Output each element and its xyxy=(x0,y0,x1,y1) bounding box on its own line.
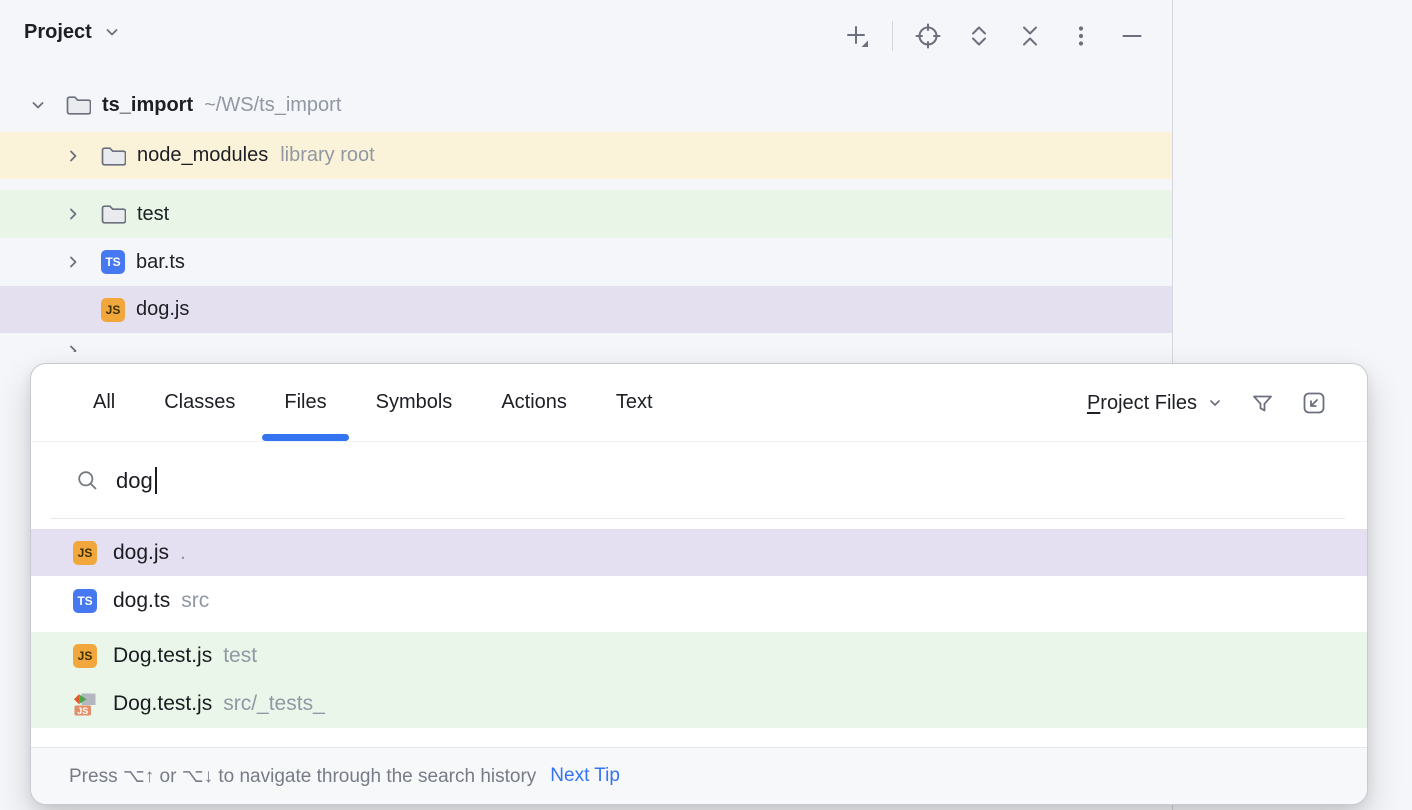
tab-text[interactable]: Text xyxy=(596,364,673,441)
project-title: Project xyxy=(24,21,92,44)
folder-icon xyxy=(65,93,91,117)
result-row-dog-ts[interactable]: TS dog.ts src xyxy=(31,577,1367,625)
result-name: Dog.test.js xyxy=(113,692,212,716)
tab-symbols[interactable]: Symbols xyxy=(356,364,473,441)
search-history-hint: Press ⌥↑ or ⌥↓ to navigate through the s… xyxy=(69,765,536,788)
tree-row-node-modules[interactable]: node_modules library root xyxy=(0,132,1172,179)
tab-files[interactable]: Files xyxy=(264,364,346,441)
javascript-file-icon: JS xyxy=(73,541,97,565)
result-location: . xyxy=(180,541,186,565)
tree-item-tag: library root xyxy=(280,144,374,167)
javascript-file-icon: JS xyxy=(73,644,97,668)
search-everywhere-popup: All Classes Files Symbols Actions Text P… xyxy=(30,363,1368,805)
open-in-window-icon xyxy=(1301,390,1327,416)
kebab-menu-icon xyxy=(1067,22,1095,50)
tree-row-dog-js[interactable]: JS dog.js xyxy=(0,286,1172,333)
locate-opened-file-button[interactable] xyxy=(914,22,942,50)
chevron-right-icon-partial xyxy=(61,343,85,352)
open-in-find-window-button[interactable] xyxy=(1301,390,1327,416)
typescript-file-icon: TS xyxy=(73,589,97,613)
tab-classes[interactable]: Classes xyxy=(144,364,255,441)
more-options-button[interactable] xyxy=(1067,22,1095,50)
result-name: dog.ts xyxy=(113,589,170,613)
toolbar-separator xyxy=(892,21,893,51)
tree-item-path: ~/WS/ts_import xyxy=(204,94,341,117)
tree-row-bar-ts[interactable]: TS bar.ts xyxy=(0,238,1172,286)
tree-item-label: test xyxy=(137,203,169,226)
filter-button[interactable] xyxy=(1249,390,1275,416)
result-row-dog-js[interactable]: JS dog.js . xyxy=(31,529,1367,576)
tree-item-label: node_modules xyxy=(137,144,268,167)
chevron-right-icon[interactable] xyxy=(61,144,85,168)
expand-all-icon xyxy=(965,22,993,50)
chevron-down-icon xyxy=(1207,395,1223,411)
add-button[interactable] xyxy=(843,22,871,50)
tree-row-test[interactable]: test xyxy=(0,190,1172,238)
javascript-file-icon: JS xyxy=(101,298,125,322)
minimize-icon xyxy=(1118,22,1146,50)
hide-button[interactable] xyxy=(1118,22,1146,50)
result-location: src/_tests_ xyxy=(223,692,325,716)
chevron-right-icon[interactable] xyxy=(61,202,85,226)
next-tip-link[interactable]: Next Tip xyxy=(550,765,620,787)
folder-icon xyxy=(100,202,126,226)
result-name: dog.js xyxy=(113,541,169,565)
search-input[interactable]: dog xyxy=(116,468,153,494)
scope-bar: Project Files xyxy=(1087,364,1327,442)
tree-item-label: ts_import xyxy=(102,94,193,117)
filter-icon xyxy=(1250,391,1275,416)
tree-item-label: bar.ts xyxy=(136,251,185,274)
project-view-selector[interactable]: Project xyxy=(24,15,121,49)
result-location: src xyxy=(181,589,209,613)
tab-actions[interactable]: Actions xyxy=(481,364,587,441)
scope-label: Project Files xyxy=(1087,392,1197,415)
search-tabs: All Classes Files Symbols Actions Text P… xyxy=(31,364,1367,442)
project-toolbar xyxy=(843,22,1146,50)
collapse-all-icon xyxy=(1016,22,1044,50)
plus-icon xyxy=(843,22,871,50)
target-icon xyxy=(914,22,942,50)
typescript-file-icon: TS xyxy=(101,250,125,274)
tree-row-ts-import[interactable]: ts_import ~/WS/ts_import xyxy=(0,81,1172,129)
tab-all[interactable]: All xyxy=(73,364,135,441)
text-caret xyxy=(155,467,157,494)
scope-selector[interactable]: Project Files xyxy=(1087,392,1223,415)
chevron-down-icon xyxy=(103,23,121,41)
result-name: Dog.test.js xyxy=(113,644,212,668)
search-field[interactable]: dog xyxy=(31,442,1367,519)
chevron-placeholder xyxy=(61,298,85,322)
result-location: test xyxy=(223,644,257,668)
javascript-test-file-icon: JS xyxy=(73,691,97,717)
expand-all-button[interactable] xyxy=(965,22,993,50)
result-row-dog-test-js-src[interactable]: JS Dog.test.js src/_tests_ xyxy=(31,680,1367,728)
tree-item-label: dog.js xyxy=(136,298,189,321)
folder-icon xyxy=(100,144,126,168)
chevron-down-icon[interactable] xyxy=(26,93,50,117)
collapse-all-button[interactable] xyxy=(1016,22,1044,50)
search-icon xyxy=(76,469,99,492)
chevron-right-icon[interactable] xyxy=(61,250,85,274)
popup-footer: Press ⌥↑ or ⌥↓ to navigate through the s… xyxy=(31,747,1367,804)
svg-text:JS: JS xyxy=(77,706,88,716)
result-row-dog-test-js[interactable]: JS Dog.test.js test xyxy=(31,632,1367,680)
